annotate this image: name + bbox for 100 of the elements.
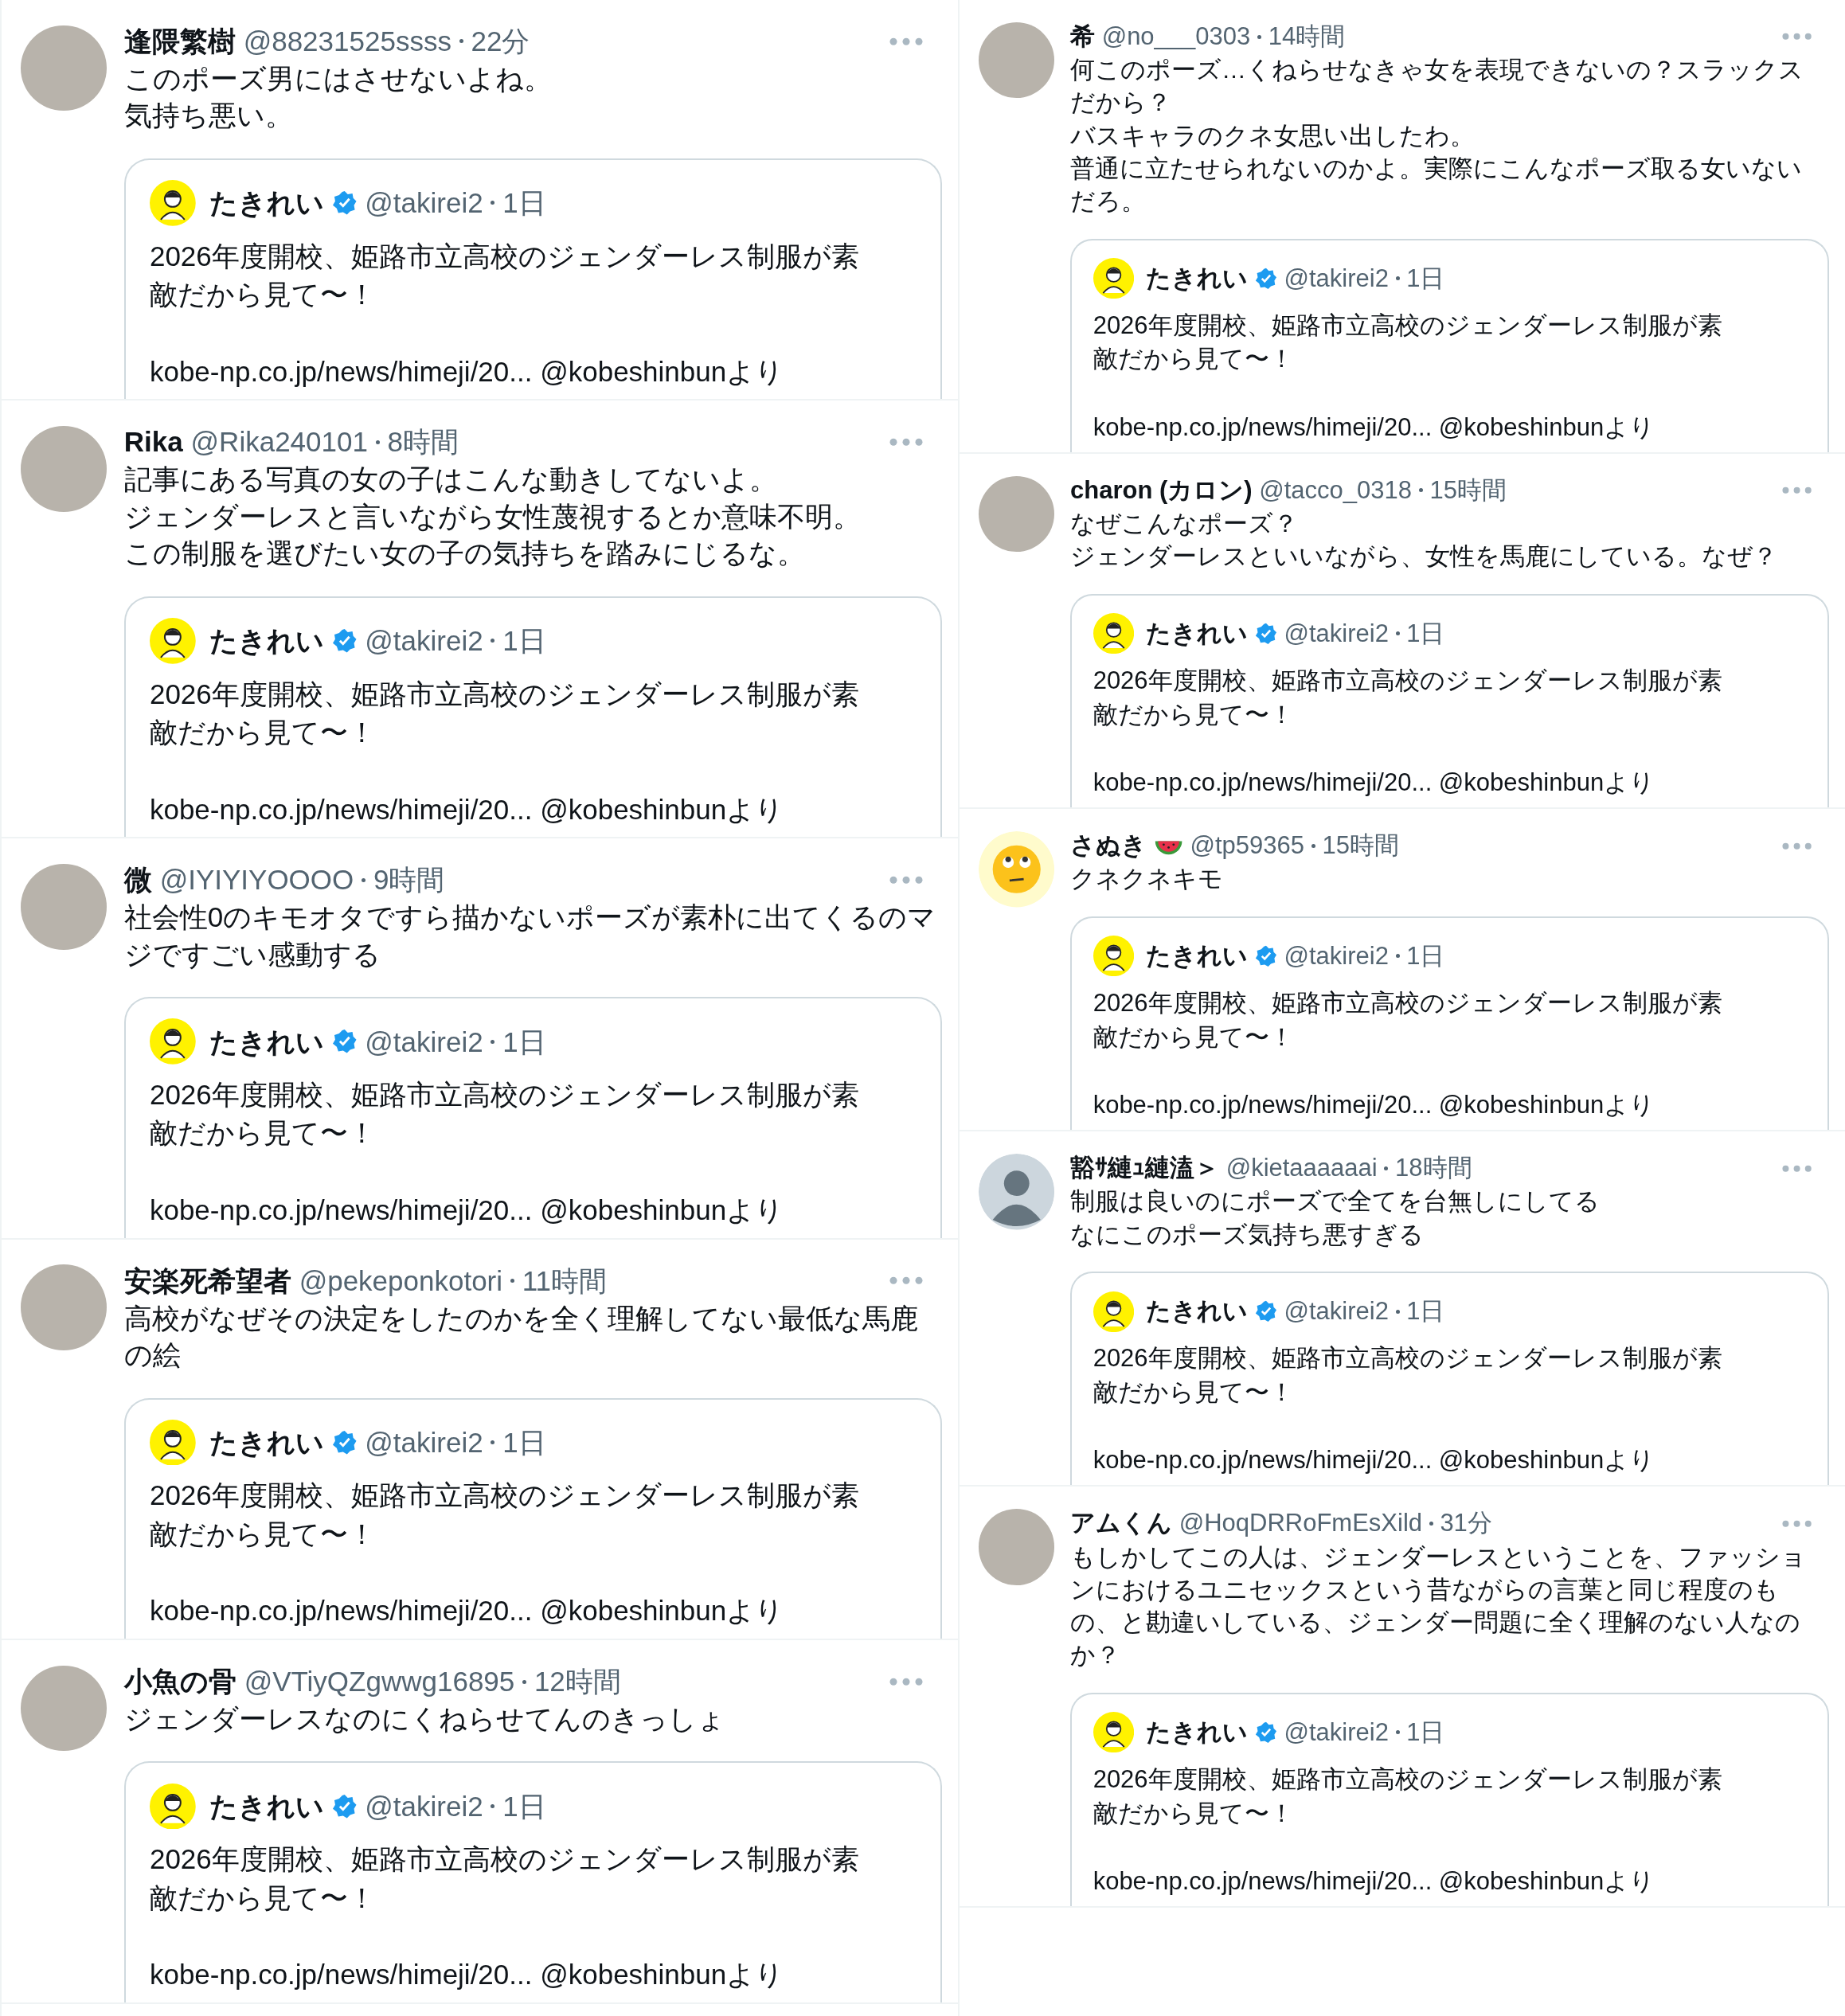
post-text: 2026年度開校、姫路市立高校のジェンダーレス制服が素敵だから見て〜！: [1093, 310, 1723, 375]
quoted-tweet-card[interactable]: たきれい @takirei2 1日 2026年度開校、姫路市立高校のジェンダーレス制服が素敵だから見て〜！ kobe-np.co.jp/news/himeji/20... @kobeshinbunより: [1070, 593, 1829, 808]
dot-icon: [1395, 276, 1400, 281]
user-name[interactable]: charon (カロン): [1070, 473, 1253, 508]
avatar-icon[interactable]: [1093, 613, 1134, 654]
user-name[interactable]: 豁ｻ縺ｭ縺溘＞: [1070, 1151, 1219, 1186]
post-time: 18時間: [1395, 1153, 1472, 1183]
more-options-icon[interactable]: [889, 1276, 923, 1285]
link-preview-text[interactable]: kobe-np.co.jp/news/himeji/20... @kobeshinbunより: [149, 790, 917, 829]
user-handle: @HoqDRRoFmEsXild: [1179, 1508, 1423, 1539]
user-name[interactable]: 安楽死希望者: [123, 1261, 291, 1300]
more-options-icon[interactable]: [1782, 486, 1812, 494]
user-name[interactable]: 希: [1070, 19, 1095, 54]
user-name[interactable]: アムくん: [1070, 1506, 1172, 1541]
dot-icon: [491, 1803, 495, 1808]
dot-icon: [1395, 1730, 1400, 1735]
avatar-icon[interactable]: [149, 1018, 196, 1065]
user-handle: @88231525ssss: [243, 25, 451, 58]
link-preview-text[interactable]: kobe-np.co.jp/news/himeji/20... @kobeshinbunより: [1093, 410, 1807, 445]
user-handle: @takirei2: [1284, 1717, 1389, 1748]
post-text: この制服を選びたい女の子の気持ちを踏みにじるな。: [123, 537, 806, 571]
post-text: 2026年度開校、姫路市立高校のジェンダーレス制服が素敵だから見て〜！: [149, 1078, 860, 1151]
user-name[interactable]: たきれい: [1146, 939, 1249, 973]
post-text: 気持ち悪い。: [123, 99, 294, 133]
quoted-tweet-card[interactable]: たきれい @takirei2 1日 2026年度開校、姫路市立高校のジェンダーレス制服が素敵だから見て〜！ kobe-np.co.jp/news/himeji/20... @kobeshinbunより: [1070, 916, 1829, 1131]
emoji-avatar-icon[interactable]: [979, 831, 1055, 908]
user-handle: @kietaaaaaai: [1225, 1153, 1378, 1183]
user-name[interactable]: Rika: [123, 423, 183, 462]
user-name[interactable]: 微: [123, 861, 152, 900]
quoted-tweet-card[interactable]: たきれい @takirei2 1日 2026年度開校、姫路市立高校のジェンダーレス制服が素敵だから見て〜！ kobe-np.co.jp/news/himeji/20... @kobeshinbunより: [123, 997, 942, 1238]
link-preview-text[interactable]: kobe-np.co.jp/news/himeji/20... @kobeshinbunより: [1093, 1088, 1807, 1123]
link-preview-text[interactable]: kobe-np.co.jp/news/himeji/20... @kobeshinbunより: [1093, 1865, 1807, 1899]
user-name[interactable]: たきれい: [1146, 616, 1249, 651]
avatar-icon[interactable]: [1093, 936, 1134, 977]
post-time: 15時間: [1429, 475, 1507, 506]
more-options-icon[interactable]: [889, 876, 923, 885]
link-preview-text[interactable]: kobe-np.co.jp/news/himeji/20... @kobeshinbunより: [149, 352, 917, 391]
link-preview-text[interactable]: kobe-np.co.jp/news/himeji/20... @kobeshinbunより: [1093, 1444, 1807, 1479]
post-time: 1日: [502, 1025, 546, 1059]
quoted-tweet-card[interactable]: たきれい @takirei2 1日 2026年度開校、姫路市立高校のジェンダーレス制服が素敵だから見て〜！ kobe-np.co.jp/news/himeji/20... @kobeshinbunより: [1070, 1272, 1829, 1486]
user-name[interactable]: 逢隈繁樹: [123, 22, 236, 61]
user-name[interactable]: たきれい: [1146, 261, 1249, 295]
post-text: 高校がなぜその決定をしたのかを全く理解してない最低な馬鹿の絵: [123, 1301, 919, 1373]
post-text: 普通に立たせられないのかよ。実際にこんなポーズ取る女いないだろ。: [1070, 153, 1803, 217]
more-options-icon[interactable]: [1782, 1164, 1812, 1172]
user-name[interactable]: 小魚の骨: [123, 1662, 236, 1701]
dot-icon: [1395, 1309, 1400, 1314]
user-handle: @no___0303: [1101, 21, 1251, 52]
post-time: 1日: [502, 186, 546, 221]
user-name[interactable]: たきれい: [209, 1787, 325, 1826]
link-preview-text[interactable]: kobe-np.co.jp/news/himeji/20... @kobeshinbunより: [149, 1955, 917, 1995]
user-name[interactable]: たきれい: [209, 1424, 325, 1462]
quoted-tweet-card[interactable]: たきれい @takirei2 1日 2026年度開校、姫路市立高校のジェンダーレス制服が素敵だから見て〜！ kobe-np.co.jp/news/himeji/20... @kobeshinbunより: [123, 1761, 942, 2003]
avatar-icon[interactable]: [149, 617, 196, 664]
user-name[interactable]: たきれい: [1146, 1295, 1249, 1329]
post-time: 12時間: [534, 1665, 621, 1699]
user-handle: @takirei2: [365, 1789, 483, 1823]
avatar-icon[interactable]: [149, 1419, 196, 1466]
post-time: 11時間: [522, 1264, 607, 1298]
user-name[interactable]: たきれい: [209, 1022, 325, 1061]
user-name[interactable]: たきれい: [1146, 1715, 1249, 1749]
quoted-tweet-card[interactable]: たきれい @takirei2 1日 2026年度開校、姫路市立高校のジェンダーレス制服が素敵だから見て〜！ kobe-np.co.jp/news/himeji/20... @kobeshinbunより: [123, 158, 942, 400]
post-text: 2026年度開校、姫路市立高校のジェンダーレス制服が素敵だから見て〜！: [1093, 665, 1723, 730]
user-name[interactable]: たきれい: [209, 184, 325, 222]
avatar-icon[interactable]: [1093, 1712, 1134, 1753]
post-time: 1日: [1406, 618, 1445, 649]
link-preview-text[interactable]: kobe-np.co.jp/news/himeji/20... @kobeshinbunより: [149, 1190, 917, 1230]
post-time: 8時間: [387, 425, 459, 459]
user-name[interactable]: さぬき: [1070, 828, 1147, 863]
quoted-tweet-card[interactable]: たきれい @takirei2 1日 2026年度開校、姫路市立高校のジェンダーレス制服が素敵だから見て〜！ kobe-np.co.jp/news/himeji/20... @kobeshinbunより: [123, 596, 942, 838]
more-options-icon[interactable]: [1782, 33, 1812, 41]
link-preview-text[interactable]: kobe-np.co.jp/news/himeji/20... @kobeshinbunより: [149, 1592, 917, 1631]
user-handle: @takirei2: [1284, 618, 1389, 649]
quoted-tweet-card[interactable]: たきれい @takirei2 1日 2026年度開校、姫路市立高校のジェンダーレス制服が素敵だから見て〜！ kobe-np.co.jp/news/himeji/20... @kobeshinbunより: [1070, 1692, 1829, 1907]
post-time: 1日: [502, 1789, 546, 1823]
dot-icon: [1384, 1166, 1389, 1170]
avatar-icon[interactable]: [1093, 1291, 1134, 1332]
more-options-icon[interactable]: [889, 37, 923, 46]
post-time: 1日: [1406, 1717, 1445, 1748]
avatar-icon[interactable]: [149, 1783, 196, 1830]
dot-icon: [491, 639, 495, 643]
link-preview-text[interactable]: kobe-np.co.jp/news/himeji/20... @kobeshinbunより: [1093, 766, 1807, 800]
quoted-tweet-card[interactable]: たきれい @takirei2 1日 2026年度開校、姫路市立高校のジェンダーレス制服が素敵だから見て〜！ kobe-np.co.jp/news/himeji/20... @kobeshinbunより: [123, 1397, 942, 1639]
more-options-icon[interactable]: [1782, 842, 1812, 850]
user-handle: @takirei2: [365, 1426, 483, 1459]
avatar-icon[interactable]: [149, 179, 196, 226]
user-handle: @takirei2: [1284, 940, 1389, 971]
more-options-icon[interactable]: [1782, 1519, 1812, 1528]
dot-icon: [491, 1440, 495, 1445]
more-options-icon[interactable]: [889, 1677, 923, 1686]
post-text: 2026年度開校、姫路市立高校のジェンダーレス制服が素敵だから見て〜！: [1093, 1343, 1723, 1408]
post-time: 1日: [1406, 1296, 1445, 1327]
post-text: 2026年度開校、姫路市立高校のジェンダーレス制服が素敵だから見て〜！: [1093, 987, 1723, 1053]
dot-icon: [1429, 1521, 1433, 1526]
user-name[interactable]: たきれい: [209, 622, 325, 660]
dot-icon: [491, 1039, 495, 1044]
post-text: クネクネキモ: [1070, 864, 1224, 895]
more-options-icon[interactable]: [889, 438, 923, 447]
user-handle: @Rika240101: [190, 425, 368, 459]
avatar-icon[interactable]: [1093, 258, 1134, 299]
